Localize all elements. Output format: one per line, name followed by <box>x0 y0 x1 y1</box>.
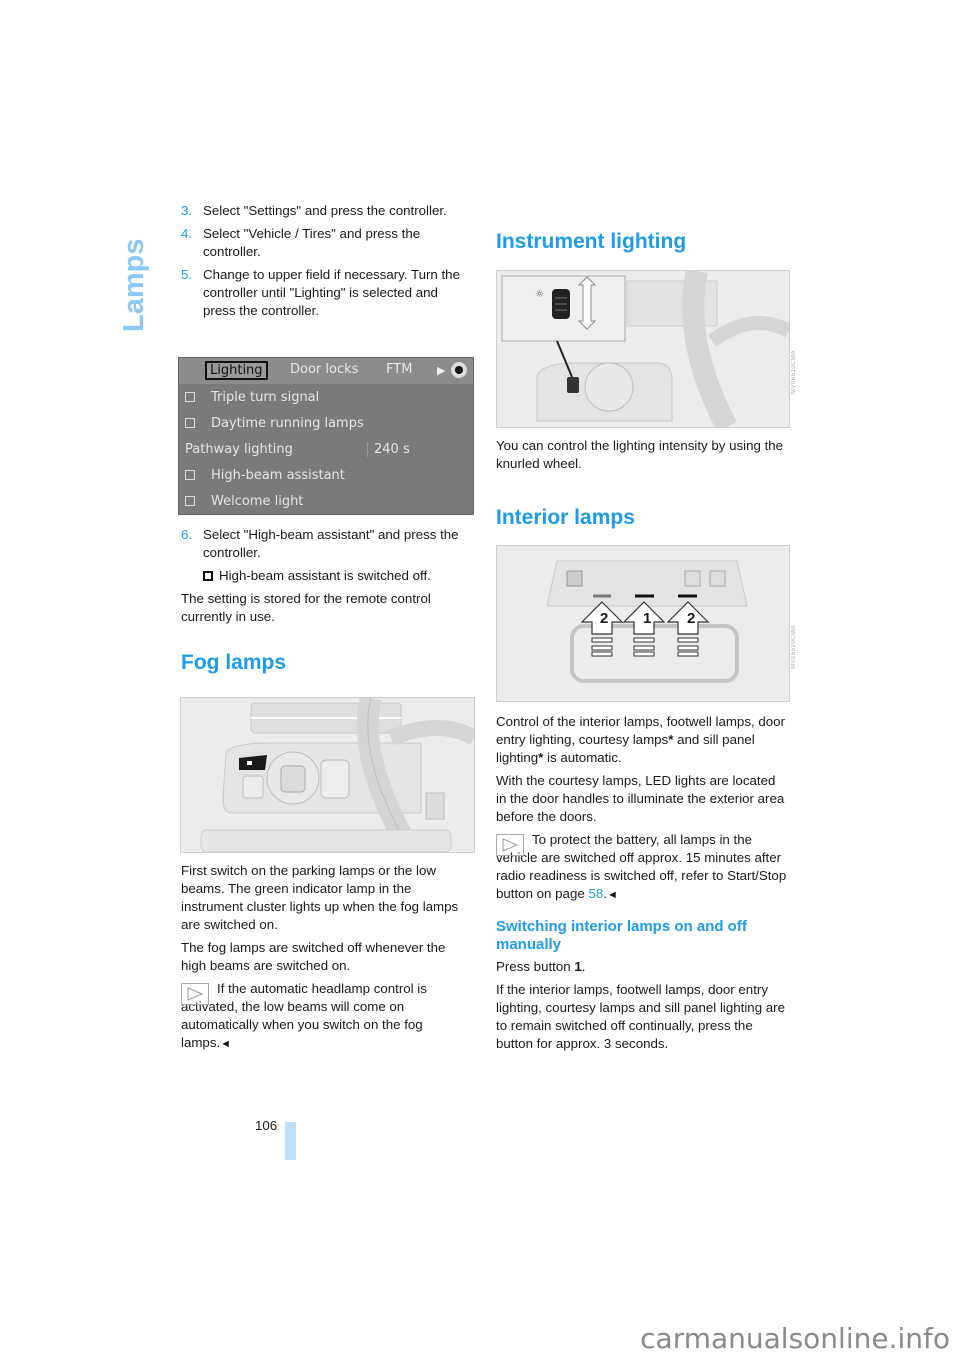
section-title: Lamps <box>118 238 150 332</box>
step-text: Select "Settings" and press the controll… <box>203 203 447 218</box>
callout-label-1: 1 <box>643 610 652 627</box>
tab-door-locks: Door locks <box>290 362 359 377</box>
arrow-stripe <box>591 637 613 643</box>
screen-row-pathway: Pathway lighting 240 s <box>185 441 410 457</box>
tab-ftm: FTM <box>386 362 413 377</box>
manual-paragraph: If the interior lamps, footwell lamps, d… <box>496 982 785 1051</box>
step-3: 3. Select "Settings" and press the contr… <box>181 202 474 220</box>
note-triangle-icon <box>181 983 209 1005</box>
left-column-lower: 6. Select "High-beam assistant" and pres… <box>181 526 474 674</box>
note-triangle-icon <box>496 834 524 856</box>
fog-lamps-heading: Fog lamps <box>181 651 287 674</box>
step-number: 6. <box>181 527 193 542</box>
pathway-value: 240 s <box>367 441 410 457</box>
interior-paragraph-2: With the courtesy lamps, LED lights are … <box>496 773 785 824</box>
instrument-lighting-figure: ☼ <box>496 270 790 428</box>
callout-label-2-right: 2 <box>687 610 696 627</box>
figure-code: MV06510CMA <box>791 350 797 395</box>
manual-heading: Switching interior lamps on and off manu… <box>496 918 747 953</box>
checkbox-icon <box>185 418 195 428</box>
checkbox-icon <box>185 392 195 402</box>
step-text: Select "Vehicle / Tires" and press the c… <box>203 226 421 259</box>
fog-paragraph-1: First switch on the parking lamps or the… <box>181 863 459 932</box>
screen-row-daytime: Daytime running lamps <box>179 410 473 436</box>
checkbox-off-icon <box>203 571 213 581</box>
figure-code: MV06520CMA <box>791 625 797 670</box>
press-button-text: Press button 1. <box>496 959 586 974</box>
arrow-stripe <box>633 637 655 643</box>
interior-lamps-heading: Interior lamps <box>496 506 635 529</box>
step-number: 3. <box>181 203 193 218</box>
interior-paragraph-1: Control of the interior lamps, footwell … <box>496 714 785 765</box>
checkbox-icon <box>185 470 195 480</box>
arrow-stripe <box>677 651 699 657</box>
fog-paragraph-2: The fog lamps are switched off whenever … <box>181 940 446 973</box>
fog-lamps-figure <box>180 697 475 853</box>
page-number: 106 <box>255 1118 278 1133</box>
interior-lamps-figure: 2 1 2 <box>496 545 790 702</box>
arrow-stripe <box>591 645 613 651</box>
step-6: 6. Select "High-beam assistant" and pres… <box>181 526 474 562</box>
fog-note: If the automatic headlamp control is act… <box>181 981 427 1050</box>
knurled-wheel-illustration: ☼ <box>497 271 789 427</box>
interior-text-block: Control of the interior lamps, footwell … <box>496 713 789 1058</box>
arrow-right-icon: ▶ <box>437 364 446 377</box>
end-mark-icon: ◄ <box>606 889 618 901</box>
dashboard-illustration <box>181 698 474 852</box>
instrument-text: You can control the lighting intensity b… <box>496 438 784 471</box>
controller-icon <box>451 362 467 378</box>
section-title-vertical: Lamps <box>118 214 158 334</box>
end-mark-icon: ◄ <box>220 1038 232 1050</box>
watermark: carmanualsonline.info <box>640 1322 950 1355</box>
checkbox-icon <box>185 496 195 506</box>
step-number: 5. <box>181 267 193 282</box>
tab-lighting: Lighting <box>205 361 268 380</box>
arrow-stripe <box>677 645 699 651</box>
arrow-stripe <box>633 645 655 651</box>
screen-row-high-beam: High-beam assistant <box>179 462 473 488</box>
arrow-stripe <box>591 651 613 657</box>
arrow-stripe <box>677 637 699 643</box>
screen-row-welcome: Welcome light <box>179 488 473 514</box>
stored-text: The setting is stored for the remote con… <box>181 591 431 624</box>
page-link-58[interactable]: 58 <box>588 886 603 901</box>
fog-lamps-text: First switch on the parking lamps or the… <box>181 862 474 1058</box>
left-column: 3. Select "Settings" and press the contr… <box>181 202 474 325</box>
arrow-stripe <box>633 651 655 657</box>
idrive-screen-figure: Lighting Door locks FTM ▶ Triple turn si… <box>178 357 474 515</box>
step-text: Change to upper field if necessary. Turn… <box>203 267 460 318</box>
step-number: 4. <box>181 226 193 241</box>
page-marker-bar <box>285 1122 296 1160</box>
instrument-text-block: You can control the lighting intensity b… <box>496 437 789 478</box>
instrument-lighting-heading: Instrument lighting <box>496 230 687 253</box>
screen-tabs: Lighting Door locks FTM ▶ <box>179 358 473 384</box>
callout-label-2-left: 2 <box>600 610 609 627</box>
svg-text:☼: ☼ <box>535 289 544 300</box>
step-text: Select "High-beam assistant" and press t… <box>203 527 459 560</box>
step-4: 4. Select "Vehicle / Tires" and press th… <box>181 225 474 261</box>
screen-row-triple-turn: Triple turn signal <box>179 384 473 410</box>
battery-note: To protect the battery, all lamps in the… <box>496 832 787 901</box>
checkbox-note: High-beam assistant is switched off. <box>181 567 474 585</box>
step-5: 5. Change to upper field if necessary. T… <box>181 266 474 320</box>
